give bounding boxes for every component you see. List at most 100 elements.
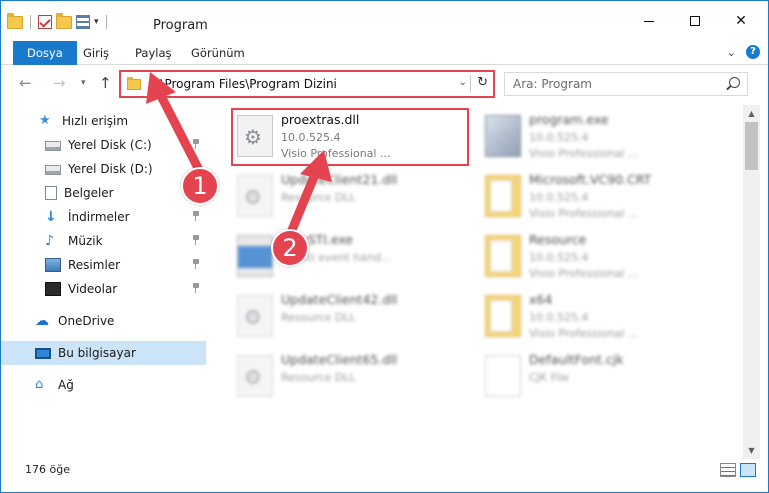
- file-highlight-box: [231, 108, 469, 166]
- file-name: DefaultFont.cjk: [529, 352, 624, 367]
- file-type: Resource DLL: [281, 311, 356, 324]
- folder-icon: [485, 295, 521, 337]
- checkmark-icon[interactable]: [38, 15, 52, 29]
- sidebar-item-network[interactable]: ⌂ Ağ: [1, 373, 206, 397]
- file-name: x64: [529, 292, 553, 307]
- new-folder-icon[interactable]: [56, 12, 72, 29]
- large-icons-view-icon[interactable]: [740, 463, 756, 477]
- tab-share[interactable]: Paylaş: [123, 41, 184, 65]
- close-button[interactable]: ✕: [718, 1, 764, 41]
- exe-file-icon: [485, 115, 521, 157]
- tab-home[interactable]: Giriş: [71, 41, 121, 65]
- expand-ribbon-icon[interactable]: ⌄: [727, 46, 736, 59]
- view-buttons: [720, 463, 756, 477]
- file-version: 10.0.525.4: [529, 131, 589, 144]
- pin-icon[interactable]: [192, 259, 200, 269]
- sidebar-item-music[interactable]: ♪ Müzik: [1, 229, 206, 253]
- file-name: UpdateClient42.dll: [281, 292, 398, 307]
- sidebar-item-label: İndirmeler: [68, 210, 130, 224]
- toolbar-divider: [30, 15, 31, 29]
- details-view-icon[interactable]: [720, 463, 736, 477]
- file-item-updateclient21[interactable]: UpdateClient21.dll Resource DLL: [233, 169, 473, 227]
- pin-icon[interactable]: [192, 235, 200, 245]
- close-icon: ✕: [735, 13, 747, 29]
- search-placeholder[interactable]: Ara: Program: [513, 77, 592, 91]
- explorer-window: ▾ Program ✕ Dosya Giriş Paylaş Görünüm ⌄…: [0, 0, 769, 493]
- file-version: 10.0.525.4: [529, 311, 589, 324]
- sidebar-item-label: Belgeler: [64, 186, 114, 200]
- address-dropdown-icon[interactable]: ⌄: [459, 77, 467, 88]
- sidebar-item-documents[interactable]: Belgeler: [1, 181, 206, 205]
- minimize-icon: [644, 20, 654, 22]
- help-icon[interactable]: ?: [746, 45, 760, 59]
- forward-arrow-icon[interactable]: →: [53, 74, 66, 92]
- file-type: CJK File: [529, 371, 570, 384]
- maximize-button[interactable]: [672, 1, 718, 41]
- sidebar-item-label: Hızlı erişim: [62, 114, 129, 128]
- step-callout-1: 1: [181, 167, 219, 205]
- properties-icon[interactable]: [76, 15, 90, 29]
- refresh-icon[interactable]: ↻: [477, 75, 488, 90]
- downloads-icon: ↓: [45, 209, 57, 225]
- app-file-icon: [237, 235, 273, 277]
- sidebar-item-local-disk-d[interactable]: Yerel Disk (D:): [1, 157, 206, 181]
- pin-icon[interactable]: [192, 211, 200, 221]
- scroll-down-arrow-icon[interactable]: ▼: [743, 442, 760, 459]
- videos-icon: [45, 282, 61, 296]
- file-type: Resource DLL: [281, 371, 356, 384]
- ribbon-tabs: Dosya Giriş Paylaş Görünüm ⌄ ?: [1, 41, 768, 65]
- sidebar-item-local-disk-c[interactable]: Yerel Disk (C:): [1, 133, 206, 157]
- search-icon[interactable]: [729, 77, 740, 88]
- file-name: program.exe: [529, 112, 609, 127]
- file-name: Microsoft.VC90.CRT: [529, 172, 652, 187]
- back-arrow-icon[interactable]: ←: [19, 74, 32, 92]
- customize-dropdown-icon[interactable]: ▾: [94, 17, 99, 27]
- search-box[interactable]: Ara: Program: [504, 72, 748, 96]
- address-path[interactable]: C:\Program Files\Program Dizini: [148, 77, 337, 91]
- window-title: Program: [153, 18, 208, 33]
- step-callout-2: 2: [271, 229, 309, 267]
- dll-file-icon: [237, 355, 273, 397]
- sidebar-item-videos[interactable]: Videolar: [1, 277, 206, 301]
- up-arrow-icon[interactable]: ↑: [99, 74, 112, 92]
- onedrive-icon: ☁: [35, 313, 49, 329]
- toolbar-divider: [105, 15, 107, 29]
- scroll-thumb[interactable]: [745, 122, 758, 170]
- file-item-updateclient42[interactable]: UpdateClient42.dll Resource DLL: [233, 289, 473, 347]
- sidebar-item-quick-access[interactable]: ★ Hızlı erişim: [1, 109, 206, 133]
- sidebar-item-label: Müzik: [68, 234, 103, 248]
- tab-view[interactable]: Görünüm: [179, 41, 257, 65]
- folder-icon: [485, 175, 521, 217]
- scroll-up-arrow-icon[interactable]: ▲: [743, 105, 760, 122]
- file-item-x64[interactable]: x64 10.0.525.4 Visio Professional ...: [481, 289, 721, 347]
- sidebar-item-pictures[interactable]: Resimler: [1, 253, 206, 277]
- file-item-sti-exe[interactable]: ...yySTI.exe ...Y sti event hand...: [233, 229, 473, 287]
- pictures-icon: [45, 258, 61, 272]
- pin-icon[interactable]: [192, 283, 200, 293]
- file-name: UpdateClient21.dll: [281, 172, 398, 187]
- sidebar-item-downloads[interactable]: ↓ İndirmeler: [1, 205, 206, 229]
- address-bar[interactable]: C:\Program Files\Program Dizini ⌄ ↻: [119, 70, 495, 98]
- sidebar-item-onedrive[interactable]: ☁ OneDrive: [1, 309, 206, 333]
- disk-icon: [45, 141, 61, 151]
- file-version: 10.0.525.4: [529, 191, 589, 204]
- sidebar-item-label: Yerel Disk (D:): [68, 162, 153, 176]
- file-item-vc90-crt[interactable]: Microsoft.VC90.CRT 10.0.525.4 Visio Prof…: [481, 169, 721, 227]
- music-icon: ♪: [45, 233, 54, 249]
- pin-icon[interactable]: [192, 139, 200, 149]
- file-item-program-exe[interactable]: program.exe 10.0.525.4 Visio Professiona…: [481, 109, 721, 167]
- star-icon: ★: [39, 113, 51, 128]
- sidebar-item-this-pc[interactable]: Bu bilgisayar: [1, 341, 206, 365]
- sidebar-item-label: Ağ: [58, 378, 74, 392]
- sidebar-item-label: Resimler: [68, 258, 121, 272]
- quick-access-toolbar: ▾: [7, 12, 110, 29]
- minimize-button[interactable]: [626, 1, 672, 41]
- folder-icon: [127, 76, 141, 90]
- recent-locations-dropdown-icon[interactable]: ▾: [81, 78, 86, 88]
- tab-file[interactable]: Dosya: [13, 41, 77, 65]
- file-item-updateclient65[interactable]: UpdateClient65.dll Resource DLL: [233, 349, 473, 407]
- vertical-scrollbar[interactable]: ▲ ▼: [743, 105, 760, 459]
- dll-file-icon: [237, 175, 273, 217]
- file-item-defaultfont[interactable]: DefaultFont.cjk CJK File: [481, 349, 721, 407]
- file-item-resource[interactable]: Resource 10.0.525.4 Visio Professional .…: [481, 229, 721, 287]
